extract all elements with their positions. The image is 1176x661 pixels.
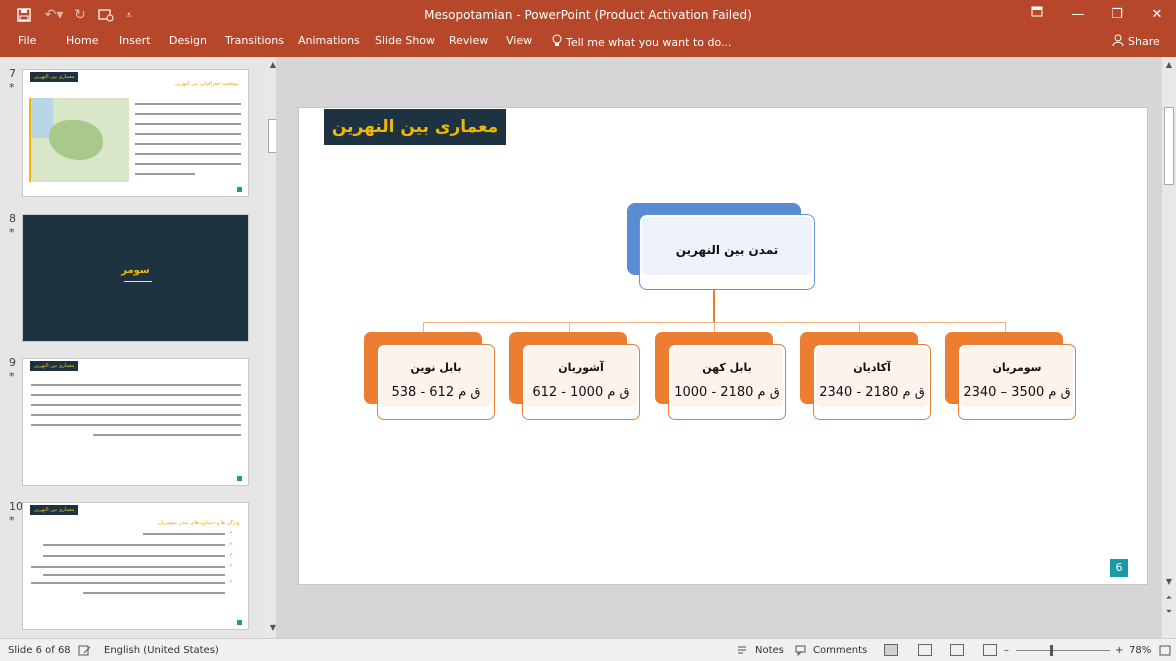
slide-show-icon[interactable] — [983, 644, 997, 656]
thumbnail-number: 10 — [9, 500, 23, 513]
language-indicator[interactable]: English (United States) — [104, 645, 219, 656]
maximize-icon[interactable]: ❐ — [1107, 5, 1127, 25]
zoom-slider[interactable] — [1016, 650, 1110, 651]
tab-review[interactable]: Review — [447, 34, 490, 47]
zoom-out-icon[interactable]: – — [1004, 645, 1009, 656]
map-image — [29, 98, 129, 182]
animation-star-icon: * — [9, 81, 15, 94]
thumbnail-number: 8 — [9, 212, 16, 225]
ribbon-tabs: File Home Insert Design Transitions Anim… — [0, 30, 1176, 57]
previous-slide-icon[interactable]: ⏶ — [1164, 593, 1174, 603]
tell-me-box[interactable]: Tell me what you want to do... — [552, 34, 732, 50]
editor-scroll-thumb[interactable] — [1164, 107, 1174, 185]
person-icon — [1112, 34, 1124, 49]
comments-icon[interactable] — [795, 645, 806, 659]
slide-thumbnail-panel: 7 * معماری بین النهرین موقعیت جغرافیایی … — [0, 57, 266, 638]
share-button[interactable]: Share — [1112, 34, 1160, 49]
thumbnail-title-tag: معماری بین النهرین — [30, 72, 79, 82]
thumbnail-title-tag: معماری بین النهرین — [30, 505, 79, 515]
zoom-level[interactable]: 78% — [1129, 645, 1151, 656]
zoom-slider-knob[interactable] — [1050, 645, 1053, 656]
lightbulb-icon — [552, 34, 562, 50]
thumbnail-section-title: سومر — [121, 265, 150, 276]
thumbnail-title-tag: معماری بین النهرین — [30, 361, 79, 371]
normal-view-icon[interactable] — [884, 644, 898, 656]
status-bar: Slide 6 of 68 English (United States) No… — [0, 638, 1176, 661]
child-node-old-babylon[interactable]: بابل کهن ق م 2180 - 1000 — [668, 344, 786, 420]
child-node-name: بابل کهن — [702, 361, 752, 374]
editor-scrollbar[interactable]: ▲ ▼ ⏶ ⏷ — [1162, 57, 1176, 638]
slide-canvas: معماری بین النهرین تمدن بین النهرین بابل… — [298, 107, 1148, 585]
child-node-date: ق م 1000 - 612 — [532, 385, 630, 400]
child-node-name: بابل نوین — [410, 361, 462, 374]
corner-badge — [237, 476, 242, 481]
slide-counter: Slide 6 of 68 — [8, 645, 71, 656]
child-node-date: ق م 2180 - 2340 — [819, 385, 925, 400]
child-node-name: آشوریان — [558, 361, 604, 374]
tab-animations[interactable]: Animations — [296, 34, 362, 47]
root-node[interactable]: تمدن بین النهرین — [639, 214, 815, 290]
reading-view-icon[interactable] — [950, 644, 964, 656]
child-node-sumerians[interactable]: سومریان ق م 3500 – 2340 — [958, 344, 1076, 420]
window-title: Mesopotamian - PowerPoint (Product Activ… — [424, 8, 752, 22]
title-bar: ↶▾ ↻ ⩡ Mesopotamian - PowerPoint (Produc… — [0, 0, 1176, 30]
tab-view[interactable]: View — [504, 34, 534, 47]
child-node-assyrians[interactable]: آشوریان ق م 1000 - 612 — [522, 344, 640, 420]
slide-thumbnail-8[interactable]: سومر — [22, 214, 249, 342]
slide-thumbnail-10[interactable]: معماری بین النهرین ویژگی ها و دستاوردهای… — [22, 502, 249, 630]
scroll-up-icon[interactable]: ▲ — [1164, 60, 1174, 69]
close-icon[interactable]: ✕ — [1147, 5, 1167, 25]
notes-icon[interactable] — [737, 645, 747, 659]
child-node-date: ق م 612 - 538 — [391, 385, 481, 400]
child-node-neo-babylon[interactable]: بابل نوین ق م 612 - 538 — [377, 344, 495, 420]
child-node-akkadians[interactable]: آکادیان ق م 2180 - 2340 — [813, 344, 931, 420]
thumbnail-number: 9 — [9, 356, 16, 369]
tab-design[interactable]: Design — [167, 34, 209, 47]
slide-thumbnail-9[interactable]: معماری بین النهرین — [22, 358, 249, 486]
scroll-down-icon[interactable]: ▼ — [1164, 577, 1174, 586]
child-node-date: ق م 3500 – 2340 — [963, 385, 1071, 400]
comments-button[interactable]: Comments — [813, 645, 867, 656]
tab-slide-show[interactable]: Slide Show — [373, 34, 437, 47]
zoom-in-icon[interactable]: + — [1115, 645, 1123, 656]
share-label: Share — [1128, 35, 1160, 48]
page-number-badge: 6 — [1110, 559, 1128, 577]
minimize-icon[interactable]: — — [1068, 5, 1088, 25]
child-node-name: سومریان — [992, 361, 1042, 374]
corner-badge — [237, 620, 242, 625]
animation-star-icon: * — [9, 226, 15, 239]
slide-title[interactable]: معماری بین النهرین — [324, 109, 506, 145]
thumbnail-heading: موقعیت جغرافیایی بین النهرین — [175, 81, 239, 87]
next-slide-icon[interactable]: ⏷ — [1164, 607, 1174, 617]
root-node-label: تمدن بین النهرین — [675, 243, 779, 257]
animation-star-icon: * — [9, 370, 15, 383]
tell-me-label: Tell me what you want to do... — [566, 35, 732, 49]
child-node-date: ق م 2180 - 1000 — [674, 385, 780, 400]
tab-file[interactable]: File — [16, 34, 38, 47]
slide-sorter-icon[interactable] — [918, 644, 932, 656]
notes-button[interactable]: Notes — [755, 645, 784, 656]
ribbon-display-options-icon[interactable] — [1027, 5, 1047, 25]
slide-thumbnail-7[interactable]: معماری بین النهرین موقعیت جغرافیایی بین … — [22, 69, 249, 197]
thumbnail-number: 7 — [9, 67, 16, 80]
tab-insert[interactable]: Insert — [117, 34, 153, 47]
connector-line — [713, 290, 715, 323]
thumbnail-heading: ویژگی ها و دستاوردهای تمدن سومریان — [158, 520, 240, 526]
tab-transitions[interactable]: Transitions — [223, 34, 286, 47]
tab-home[interactable]: Home — [64, 34, 100, 47]
animation-star-icon: * — [9, 514, 15, 527]
fit-to-window-icon[interactable] — [1159, 645, 1171, 659]
child-node-name: آکادیان — [853, 361, 891, 374]
corner-badge — [237, 187, 242, 192]
spelling-check-icon[interactable] — [78, 645, 91, 659]
